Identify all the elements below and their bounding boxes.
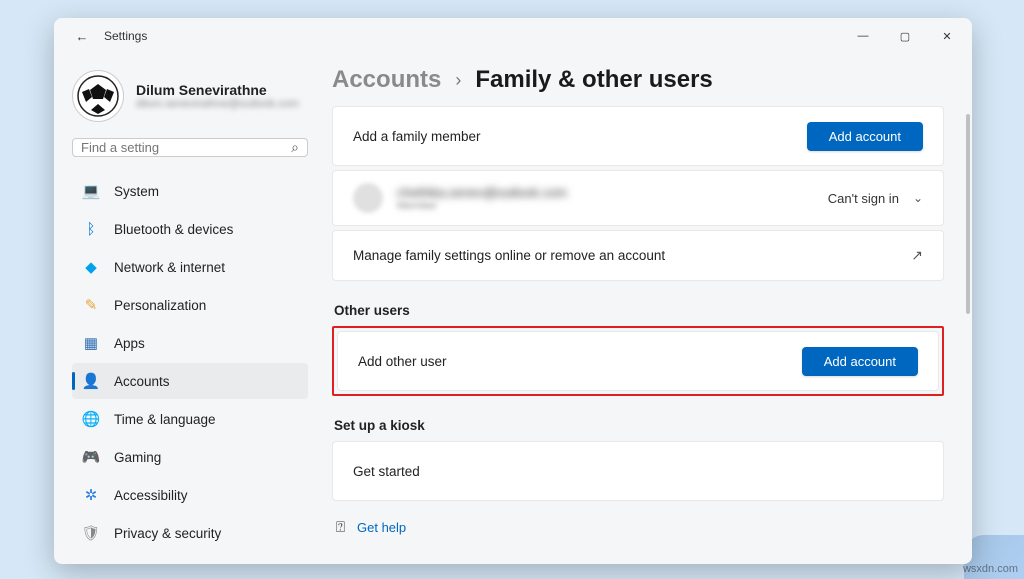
window-controls: — ▢ ✕ (842, 20, 968, 52)
sidebar-item-label: Privacy & security (114, 526, 221, 541)
window-body: Dilum Senevirathne dilum.senevirathne@ou… (54, 54, 972, 564)
sidebar-item-apps[interactable]: ▦ Apps (72, 325, 308, 361)
watermark: wsxdn.com (963, 563, 1018, 575)
apps-icon: ▦ (82, 334, 100, 352)
accessibility-icon: ✲ (82, 486, 100, 504)
sidebar-item-personalization[interactable]: ✎ Personalization (72, 287, 308, 323)
sidebar-item-label: Bluetooth & devices (114, 222, 233, 237)
sidebar-item-label: Gaming (114, 450, 161, 465)
breadcrumb: Accounts › Family & other users (332, 66, 944, 94)
search-icon: ⌕ (291, 139, 299, 156)
member-info: chethika.senev@outlook.com Member (397, 185, 567, 212)
network-internet-icon: ◆ (82, 258, 100, 276)
sidebar-item-label: Accounts (114, 374, 170, 389)
user-email: dilum.senevirathne@outlook.com (136, 98, 299, 110)
maximize-button[interactable]: ▢ (884, 20, 926, 52)
title-bar: ← Settings — ▢ ✕ (54, 18, 972, 54)
highlight-annotation: Add other user Add account (332, 326, 944, 396)
sidebar-item-accounts[interactable]: 👤 Accounts (72, 363, 308, 399)
sidebar: Dilum Senevirathne dilum.senevirathne@ou… (54, 54, 322, 564)
scrollbar-track[interactable] (964, 54, 970, 564)
user-text: Dilum Senevirathne dilum.senevirathne@ou… (136, 82, 299, 110)
sidebar-item-network-internet[interactable]: ◆ Network & internet (72, 249, 308, 285)
privacy-security-icon: 🛡 (82, 524, 100, 542)
bluetooth-devices-icon: ᛒ (82, 220, 100, 238)
add-other-user-label: Add other user (358, 354, 447, 369)
search-input[interactable] (81, 140, 291, 155)
member-name: chethika.senev@outlook.com (397, 185, 567, 200)
chevron-right-icon: › (455, 70, 461, 91)
kiosk-get-started-label: Get started (353, 464, 420, 479)
add-family-label: Add a family member (353, 129, 481, 144)
soccer-ball-icon (76, 74, 120, 118)
close-button[interactable]: ✕ (926, 20, 968, 52)
system-icon: 💻 (82, 182, 100, 200)
scrollbar-thumb[interactable] (966, 114, 970, 314)
personalization-icon: ✎ (82, 296, 100, 314)
sidebar-item-privacy-security[interactable]: 🛡 Privacy & security (72, 515, 308, 551)
open-external-icon: ↗ (911, 247, 923, 264)
search-box[interactable]: ⌕ (72, 138, 308, 157)
nav-list: 💻 System ᛒ Bluetooth & devices ◆ Network & in… (72, 173, 308, 564)
gaming-icon: 🎮 (82, 448, 100, 466)
accounts-icon: 👤 (82, 372, 100, 390)
member-status: Can't sign in (828, 191, 899, 206)
get-help-label: Get help (357, 520, 406, 535)
sidebar-item-label: Network & internet (114, 260, 225, 275)
kiosk-card[interactable]: Get started (332, 441, 944, 501)
sidebar-item-time-language[interactable]: 🌐 Time & language (72, 401, 308, 437)
add-other-user-button[interactable]: Add account (802, 347, 918, 376)
family-member-card[interactable]: chethika.senev@outlook.com Member Can't … (332, 170, 944, 226)
window-title: Settings (104, 29, 147, 43)
back-button[interactable]: ← (68, 22, 96, 50)
chevron-down-icon[interactable]: ⌄ (913, 191, 923, 205)
sidebar-item-label: Time & language (114, 412, 216, 427)
help-icon: ⍰ (336, 519, 345, 536)
page-title: Family & other users (475, 66, 712, 94)
add-family-account-button[interactable]: Add account (807, 122, 923, 151)
get-help-link[interactable]: ⍰ Get help (332, 519, 944, 536)
sidebar-item-label: Windows Update (114, 564, 216, 565)
main-content: Accounts › Family & other users Add a fa… (322, 54, 972, 564)
manage-family-label: Manage family settings online or remove … (353, 248, 665, 263)
sidebar-item-label: Personalization (114, 298, 206, 313)
sidebar-item-label: Accessibility (114, 488, 188, 503)
sidebar-item-label: System (114, 184, 159, 199)
kiosk-heading: Set up a kiosk (334, 418, 944, 433)
add-other-user-card: Add other user Add account (337, 331, 939, 391)
avatar (72, 70, 124, 122)
time-language-icon: 🌐 (82, 410, 100, 428)
other-users-heading: Other users (334, 303, 944, 318)
sidebar-item-accessibility[interactable]: ✲ Accessibility (72, 477, 308, 513)
sidebar-item-bluetooth-devices[interactable]: ᛒ Bluetooth & devices (72, 211, 308, 247)
sidebar-item-windows-update[interactable]: ⟳ Windows Update (72, 553, 308, 564)
member-role: Member (397, 200, 567, 212)
sidebar-item-label: Apps (114, 336, 145, 351)
add-family-member-card: Add a family member Add account (332, 106, 944, 166)
manage-family-card[interactable]: Manage family settings online or remove … (332, 230, 944, 281)
user-profile-block[interactable]: Dilum Senevirathne dilum.senevirathne@ou… (72, 64, 308, 138)
sidebar-item-gaming[interactable]: 🎮 Gaming (72, 439, 308, 475)
sidebar-item-system[interactable]: 💻 System (72, 173, 308, 209)
settings-window: ← Settings — ▢ ✕ Dilum Se (54, 18, 972, 564)
minimize-button[interactable]: — (842, 20, 884, 52)
breadcrumb-parent[interactable]: Accounts (332, 66, 441, 94)
user-name: Dilum Senevirathne (136, 82, 299, 98)
member-avatar-icon (353, 183, 383, 213)
windows-update-icon: ⟳ (82, 562, 100, 564)
